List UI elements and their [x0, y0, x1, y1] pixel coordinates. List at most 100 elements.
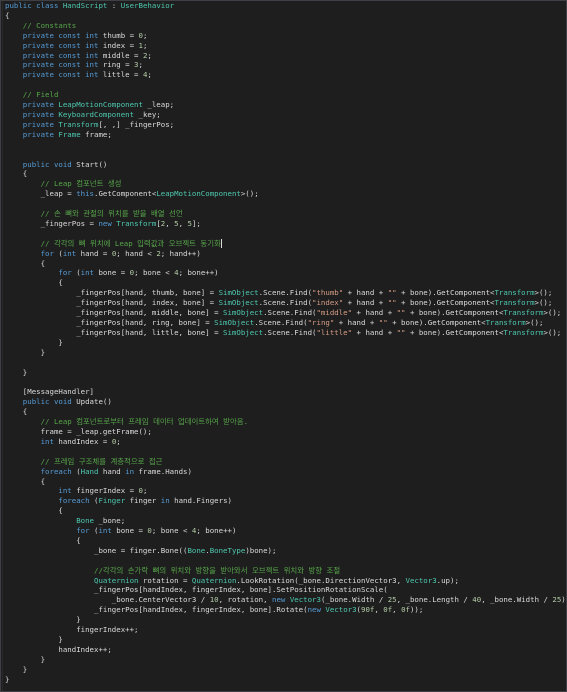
code-line[interactable]: for (int bone = 0; bone < 4; bone++) [5, 268, 566, 278]
code-line[interactable]: { [5, 536, 566, 546]
code-line[interactable]: } [5, 615, 566, 625]
code-line[interactable]: _fingerPos[handIndex, fingerIndex, bone]… [5, 585, 566, 595]
code-line[interactable]: foreach (Finger finger in hand.Fingers) [5, 496, 566, 506]
code-line[interactable]: private const int little = 4; [5, 70, 566, 80]
code-token: SimObject [214, 318, 255, 327]
code-line[interactable]: { [5, 506, 566, 516]
code-line[interactable]: { [5, 259, 566, 269]
code-line[interactable]: { [5, 278, 566, 288]
code-editor[interactable]: public class HandScript : UserBehavior{ … [0, 0, 567, 692]
code-line[interactable]: private const int ring = 3; [5, 60, 566, 70]
code-line[interactable]: Bone _bone; [5, 516, 566, 526]
code-line[interactable]: { [5, 11, 566, 21]
code-line[interactable]: } [5, 635, 566, 645]
code-line[interactable]: // Field [5, 90, 566, 100]
code-token: Transform [494, 288, 535, 298]
code-line[interactable]: // 프레임 구조체를 계층적으로 접근 [5, 457, 566, 467]
code-token: LeapMotionComponent [156, 189, 241, 199]
code-line[interactable]: _fingerPos[hand, thumb, bone] = SimObjec… [5, 288, 566, 298]
code-line[interactable]: //각각의 손가락 뼈의 위치와 방향을 받아와서 오브젝트 위치와 방향 조절 [5, 566, 566, 576]
code-line[interactable]: public class HandScript : UserBehavior [5, 1, 566, 11]
code-line[interactable]: { [5, 477, 566, 487]
code-line[interactable]: private KeyboardComponent _key; [5, 110, 566, 120]
code-token: private const int [5, 70, 103, 80]
code-line[interactable]: // Constants [5, 21, 566, 31]
code-token: ; [116, 436, 121, 446]
code-token: in [125, 466, 139, 476]
code-line[interactable]: // Leap 컴포넌트 생성 [5, 179, 566, 189]
code-token: "" [387, 288, 397, 298]
code-token: fingerIndex++; [5, 625, 139, 635]
code-token: ]; [191, 218, 201, 228]
code-line[interactable]: _fingerPos = new Transform[2, 5, 5]; [5, 219, 566, 229]
code-token: { [5, 407, 28, 417]
code-line[interactable] [5, 556, 566, 566]
code-line[interactable]: _fingerPos[handIndex, fingerIndex, bone]… [5, 605, 566, 615]
code-line[interactable] [5, 447, 566, 457]
code-token: } [5, 674, 10, 684]
code-line[interactable]: } [5, 655, 566, 665]
code-token: _fingerPos[hand, middle, bone] = [5, 308, 224, 318]
code-line[interactable]: private Transform[, ,] _fingerPos; [5, 120, 566, 130]
code-token: this [76, 189, 95, 199]
code-token: _key; [134, 109, 161, 119]
code-line[interactable]: private const int middle = 2; [5, 51, 566, 61]
code-line[interactable]: _bone = finger.Bone((Bone.BoneType)bone)… [5, 546, 566, 556]
code-line[interactable]: // 각각의 뼈 위치에 Leap 입력값과 오브젝트 동기화 [5, 239, 566, 249]
code-token: + bone).GetComponent< [405, 308, 504, 318]
code-line[interactable] [5, 150, 566, 160]
code-line[interactable] [5, 358, 566, 368]
code-line[interactable] [5, 80, 566, 90]
code-line[interactable]: private const int index = 1; [5, 41, 566, 51]
code-line[interactable]: } [5, 368, 566, 378]
code-line[interactable] [5, 377, 566, 387]
code-line[interactable]: _fingerPos[hand, little, bone] = SimObje… [5, 328, 566, 338]
code-token: .Scene.Find( [263, 327, 317, 337]
code-line[interactable] [5, 140, 566, 150]
code-line[interactable]: foreach (Hand hand in frame.Hands) [5, 467, 566, 477]
code-token: Quaternion [5, 575, 139, 585]
code-token: .up); [436, 575, 459, 585]
code-view[interactable]: public class HandScript : UserBehavior{ … [5, 1, 566, 685]
code-token: hand.Fingers) [174, 496, 232, 506]
code-line[interactable] [5, 229, 566, 239]
code-line[interactable]: } [5, 675, 566, 685]
code-token: "middle" [316, 308, 353, 318]
code-token: foreach [5, 466, 77, 476]
code-line[interactable]: // 손 뼈와 관절의 위치를 받을 배열 선언 [5, 209, 566, 219]
code-line[interactable]: private const int thumb = 0; [5, 31, 566, 41]
code-line[interactable]: private Frame frame; [5, 130, 566, 140]
code-token: 40 [472, 595, 482, 605]
code-line[interactable]: for (int bone = 0; bone < 4; bone++) [5, 526, 566, 536]
code-line[interactable]: { [5, 407, 566, 417]
code-line[interactable]: } [5, 348, 566, 358]
code-line[interactable]: handIndex++; [5, 645, 566, 655]
code-token: { [5, 506, 63, 516]
code-line[interactable]: _fingerPos[hand, index, bone] = SimObjec… [5, 298, 566, 308]
code-line[interactable]: int handIndex = 0; [5, 437, 566, 447]
code-line[interactable]: _fingerPos[hand, middle, bone] = SimObje… [5, 308, 566, 318]
code-line[interactable]: [MessageHandler] [5, 387, 566, 397]
code-token: "index" [312, 298, 344, 308]
code-line[interactable]: _leap = this.GetComponent<LeapMotionComp… [5, 189, 566, 199]
code-line[interactable]: _bone.CenterVector3 / 10, rotation, new … [5, 595, 566, 605]
code-line[interactable]: } [5, 665, 566, 675]
code-line[interactable]: public void Start() [5, 160, 566, 170]
code-line[interactable]: frame = _leap.getFrame(); [5, 427, 566, 437]
code-line[interactable]: fingerIndex++; [5, 625, 566, 635]
code-line[interactable]: int fingerIndex = 0; [5, 486, 566, 496]
code-line[interactable]: for (int hand = 0; hand < 2; hand++) [5, 249, 566, 259]
code-line[interactable]: { [5, 169, 566, 179]
code-token: [MessageHandler] [5, 387, 94, 397]
code-token: : [107, 1, 121, 10]
code-line[interactable] [5, 199, 566, 209]
code-line[interactable]: private LeapMotionComponent _leap; [5, 100, 566, 110]
code-line[interactable]: } [5, 338, 566, 348]
code-line[interactable]: Quaternion rotation = Quaternion.LookRot… [5, 576, 566, 586]
code-line[interactable]: // Leap 컴포넌트로부터 프레임 데이터 업데이트하여 받아옴. [5, 417, 566, 427]
code-line[interactable]: _fingerPos[hand, ring, bone] = SimObject… [5, 318, 566, 328]
code-token: BoneType [209, 545, 246, 555]
code-line[interactable]: public void Update() [5, 397, 566, 407]
code-token: ; [142, 40, 148, 50]
code-token: } [5, 615, 81, 625]
